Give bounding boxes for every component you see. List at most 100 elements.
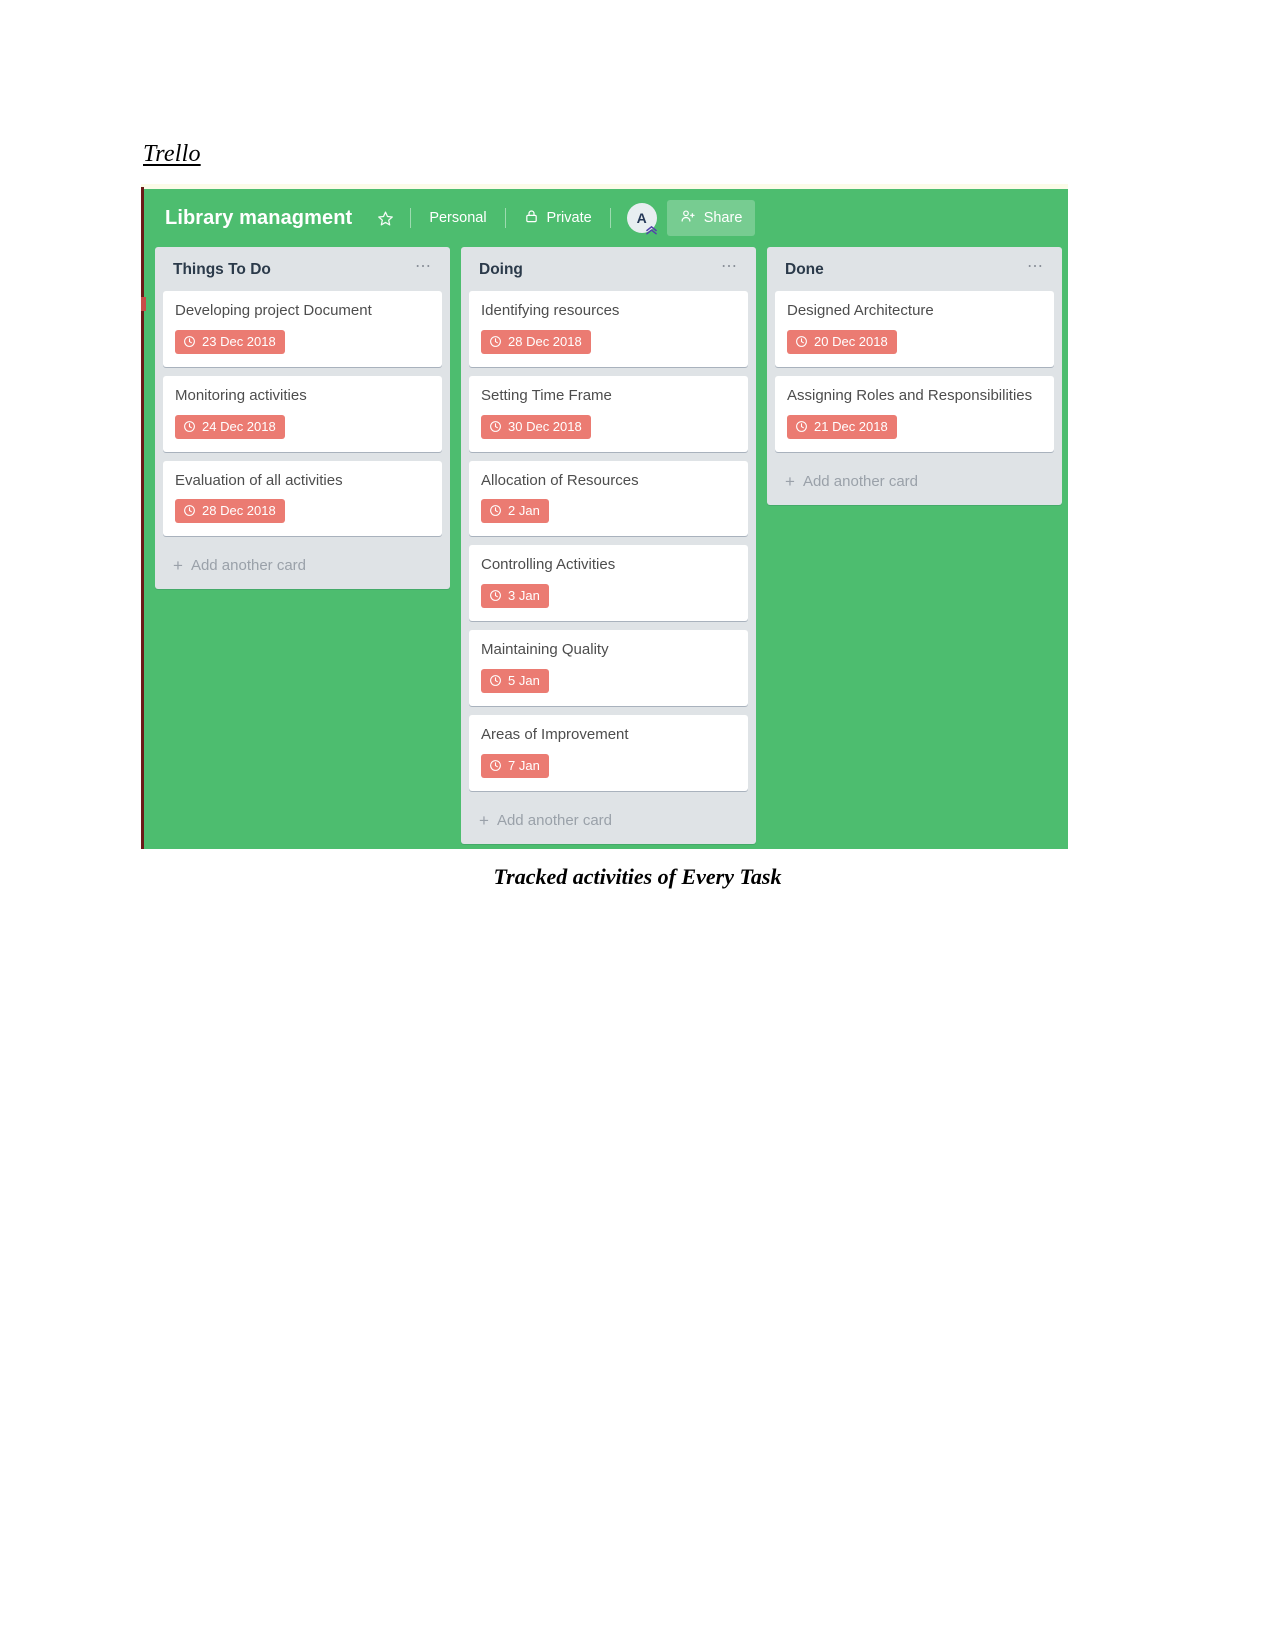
due-date-badge[interactable]: 23 Dec 2018	[175, 329, 285, 354]
due-date-badge[interactable]: 5 Jan	[481, 668, 549, 693]
list-title: Things To Do	[173, 261, 271, 278]
visibility-group-label: Personal	[429, 210, 487, 226]
list-doing: Doing ⋯ Identifying resources 28 Dec 201…	[461, 247, 756, 844]
document-heading: Trello	[143, 141, 201, 167]
card[interactable]: Setting Time Frame 30 Dec 2018	[469, 375, 748, 452]
card-title: Evaluation of all activities	[175, 471, 343, 489]
card-title: Designed Architecture	[787, 302, 934, 319]
board-header: Library managment Personal Private A Sha…	[144, 189, 1068, 247]
add-another-card-label: Add another card	[802, 472, 919, 490]
board-lists: Things To Do ⋯ Developing project Docume…	[155, 247, 1062, 844]
list-menu-icon[interactable]: ⋯	[411, 259, 437, 277]
card[interactable]: Assigning Roles and Responsibilities 21 …	[775, 375, 1054, 452]
due-date-label: 20 Dec 2018	[814, 333, 888, 349]
header-divider-3	[609, 208, 611, 228]
add-member-icon	[680, 208, 696, 228]
plus-icon: +	[785, 471, 795, 491]
card-container: Developing project Document 23 Dec 2018	[155, 291, 450, 537]
due-date-label: 5 Jan	[508, 672, 540, 688]
card[interactable]: Monitoring activities 24 Dec 2018	[163, 375, 442, 452]
clock-icon	[183, 420, 196, 433]
share-button[interactable]: Share	[666, 200, 756, 236]
card-title: Identifying resources	[481, 302, 620, 319]
header-divider-2	[504, 208, 506, 228]
plus-icon: +	[173, 556, 183, 576]
list-things-to-do: Things To Do ⋯ Developing project Docume…	[155, 247, 450, 590]
card[interactable]: Controlling Activities 3 Jan	[469, 545, 748, 621]
card-container: Designed Architecture 20 Dec 2018 Assign…	[767, 291, 1062, 452]
list-title: Doing	[479, 261, 523, 278]
clock-icon	[795, 335, 808, 348]
due-date-badge[interactable]: 2 Jan	[481, 499, 549, 524]
card[interactable]: Identifying resources 28 Dec 2018	[469, 291, 748, 367]
due-date-badge[interactable]: 24 Dec 2018	[175, 414, 285, 439]
board-visibility-group[interactable]: Personal	[423, 205, 492, 231]
clock-icon	[489, 589, 502, 602]
clock-icon	[489, 504, 502, 517]
screenshot-left-rail	[141, 187, 144, 849]
list-header: Done ⋯	[767, 247, 1062, 291]
due-date-badge[interactable]: 28 Dec 2018	[481, 329, 591, 354]
plus-icon: +	[479, 810, 489, 830]
privacy-label: Private	[546, 210, 592, 226]
due-date-label: 24 Dec 2018	[202, 418, 276, 434]
board-title: Library managment	[165, 206, 353, 229]
due-date-badge[interactable]: 20 Dec 2018	[787, 329, 897, 354]
card-title: Developing project Document	[175, 302, 372, 319]
due-date-badge[interactable]: 21 Dec 2018	[787, 414, 897, 439]
card[interactable]: Maintaining Quality 5 Jan	[469, 630, 748, 706]
clock-icon	[795, 420, 808, 433]
screenshot-left-nub	[141, 297, 146, 311]
card-title: Monitoring activities	[175, 386, 307, 404]
due-date-label: 7 Jan	[508, 757, 540, 773]
due-date-label: 2 Jan	[508, 503, 540, 519]
card[interactable]: Designed Architecture 20 Dec 2018	[775, 291, 1054, 367]
due-date-label: 28 Dec 2018	[508, 333, 582, 349]
due-date-badge[interactable]: 28 Dec 2018	[175, 499, 285, 524]
due-date-badge[interactable]: 30 Dec 2018	[481, 414, 591, 439]
page: Trello Library managment Personal Privat…	[0, 0, 1275, 1651]
add-another-card-label: Add another card	[496, 811, 613, 829]
card-title: Controlling Activities	[481, 556, 616, 574]
due-date-label: 28 Dec 2018	[202, 503, 276, 519]
clock-icon	[183, 504, 196, 517]
list-title: Done	[785, 261, 824, 278]
card[interactable]: Allocation of Resources 2 Jan	[469, 460, 748, 537]
list-header: Doing ⋯	[461, 247, 756, 291]
due-date-badge[interactable]: 3 Jan	[481, 584, 549, 608]
card-container: Identifying resources 28 Dec 2018 Settin…	[461, 291, 756, 791]
add-another-card-button[interactable]: + Add another card	[155, 545, 450, 589]
list-done: Done ⋯ Designed Architecture 20 Dec 2018…	[767, 247, 1062, 505]
board-privacy-button[interactable]: Private	[518, 203, 598, 233]
card-title: Setting Time Frame	[481, 386, 612, 404]
trello-screenshot: Library managment Personal Private A Sha…	[141, 184, 1068, 849]
star-icon[interactable]	[372, 205, 398, 231]
card-title: Allocation of Resources	[481, 471, 639, 489]
avatar-badge-icon	[645, 224, 659, 236]
clock-icon	[183, 335, 196, 348]
add-another-card-button[interactable]: + Add another card	[461, 800, 756, 844]
card-title: Areas of Improvement	[481, 725, 629, 743]
card-title: Maintaining Quality	[481, 641, 609, 658]
figure-caption: Tracked activities of Every Task	[493, 864, 782, 889]
clock-icon	[489, 674, 502, 687]
add-another-card-label: Add another card	[190, 557, 307, 575]
due-date-badge[interactable]: 7 Jan	[481, 753, 549, 778]
list-menu-icon[interactable]: ⋯	[1023, 259, 1049, 277]
card[interactable]: Areas of Improvement 7 Jan	[469, 714, 748, 791]
due-date-label: 3 Jan	[508, 588, 540, 603]
card[interactable]: Evaluation of all activities 28 Dec 2018	[163, 460, 442, 537]
due-date-label: 30 Dec 2018	[508, 418, 582, 434]
add-another-card-button[interactable]: + Add another card	[767, 461, 1062, 505]
list-header: Things To Do ⋯	[155, 247, 450, 291]
due-date-label: 23 Dec 2018	[202, 333, 276, 349]
card[interactable]: Developing project Document 23 Dec 2018	[163, 291, 442, 367]
header-divider-1	[410, 208, 412, 228]
list-menu-icon[interactable]: ⋯	[717, 259, 743, 277]
share-label: Share	[703, 210, 743, 226]
avatar[interactable]: A	[626, 203, 659, 236]
clock-icon	[489, 420, 502, 433]
clock-icon	[489, 335, 502, 348]
lock-icon	[524, 208, 539, 228]
due-date-label: 21 Dec 2018	[814, 418, 888, 434]
